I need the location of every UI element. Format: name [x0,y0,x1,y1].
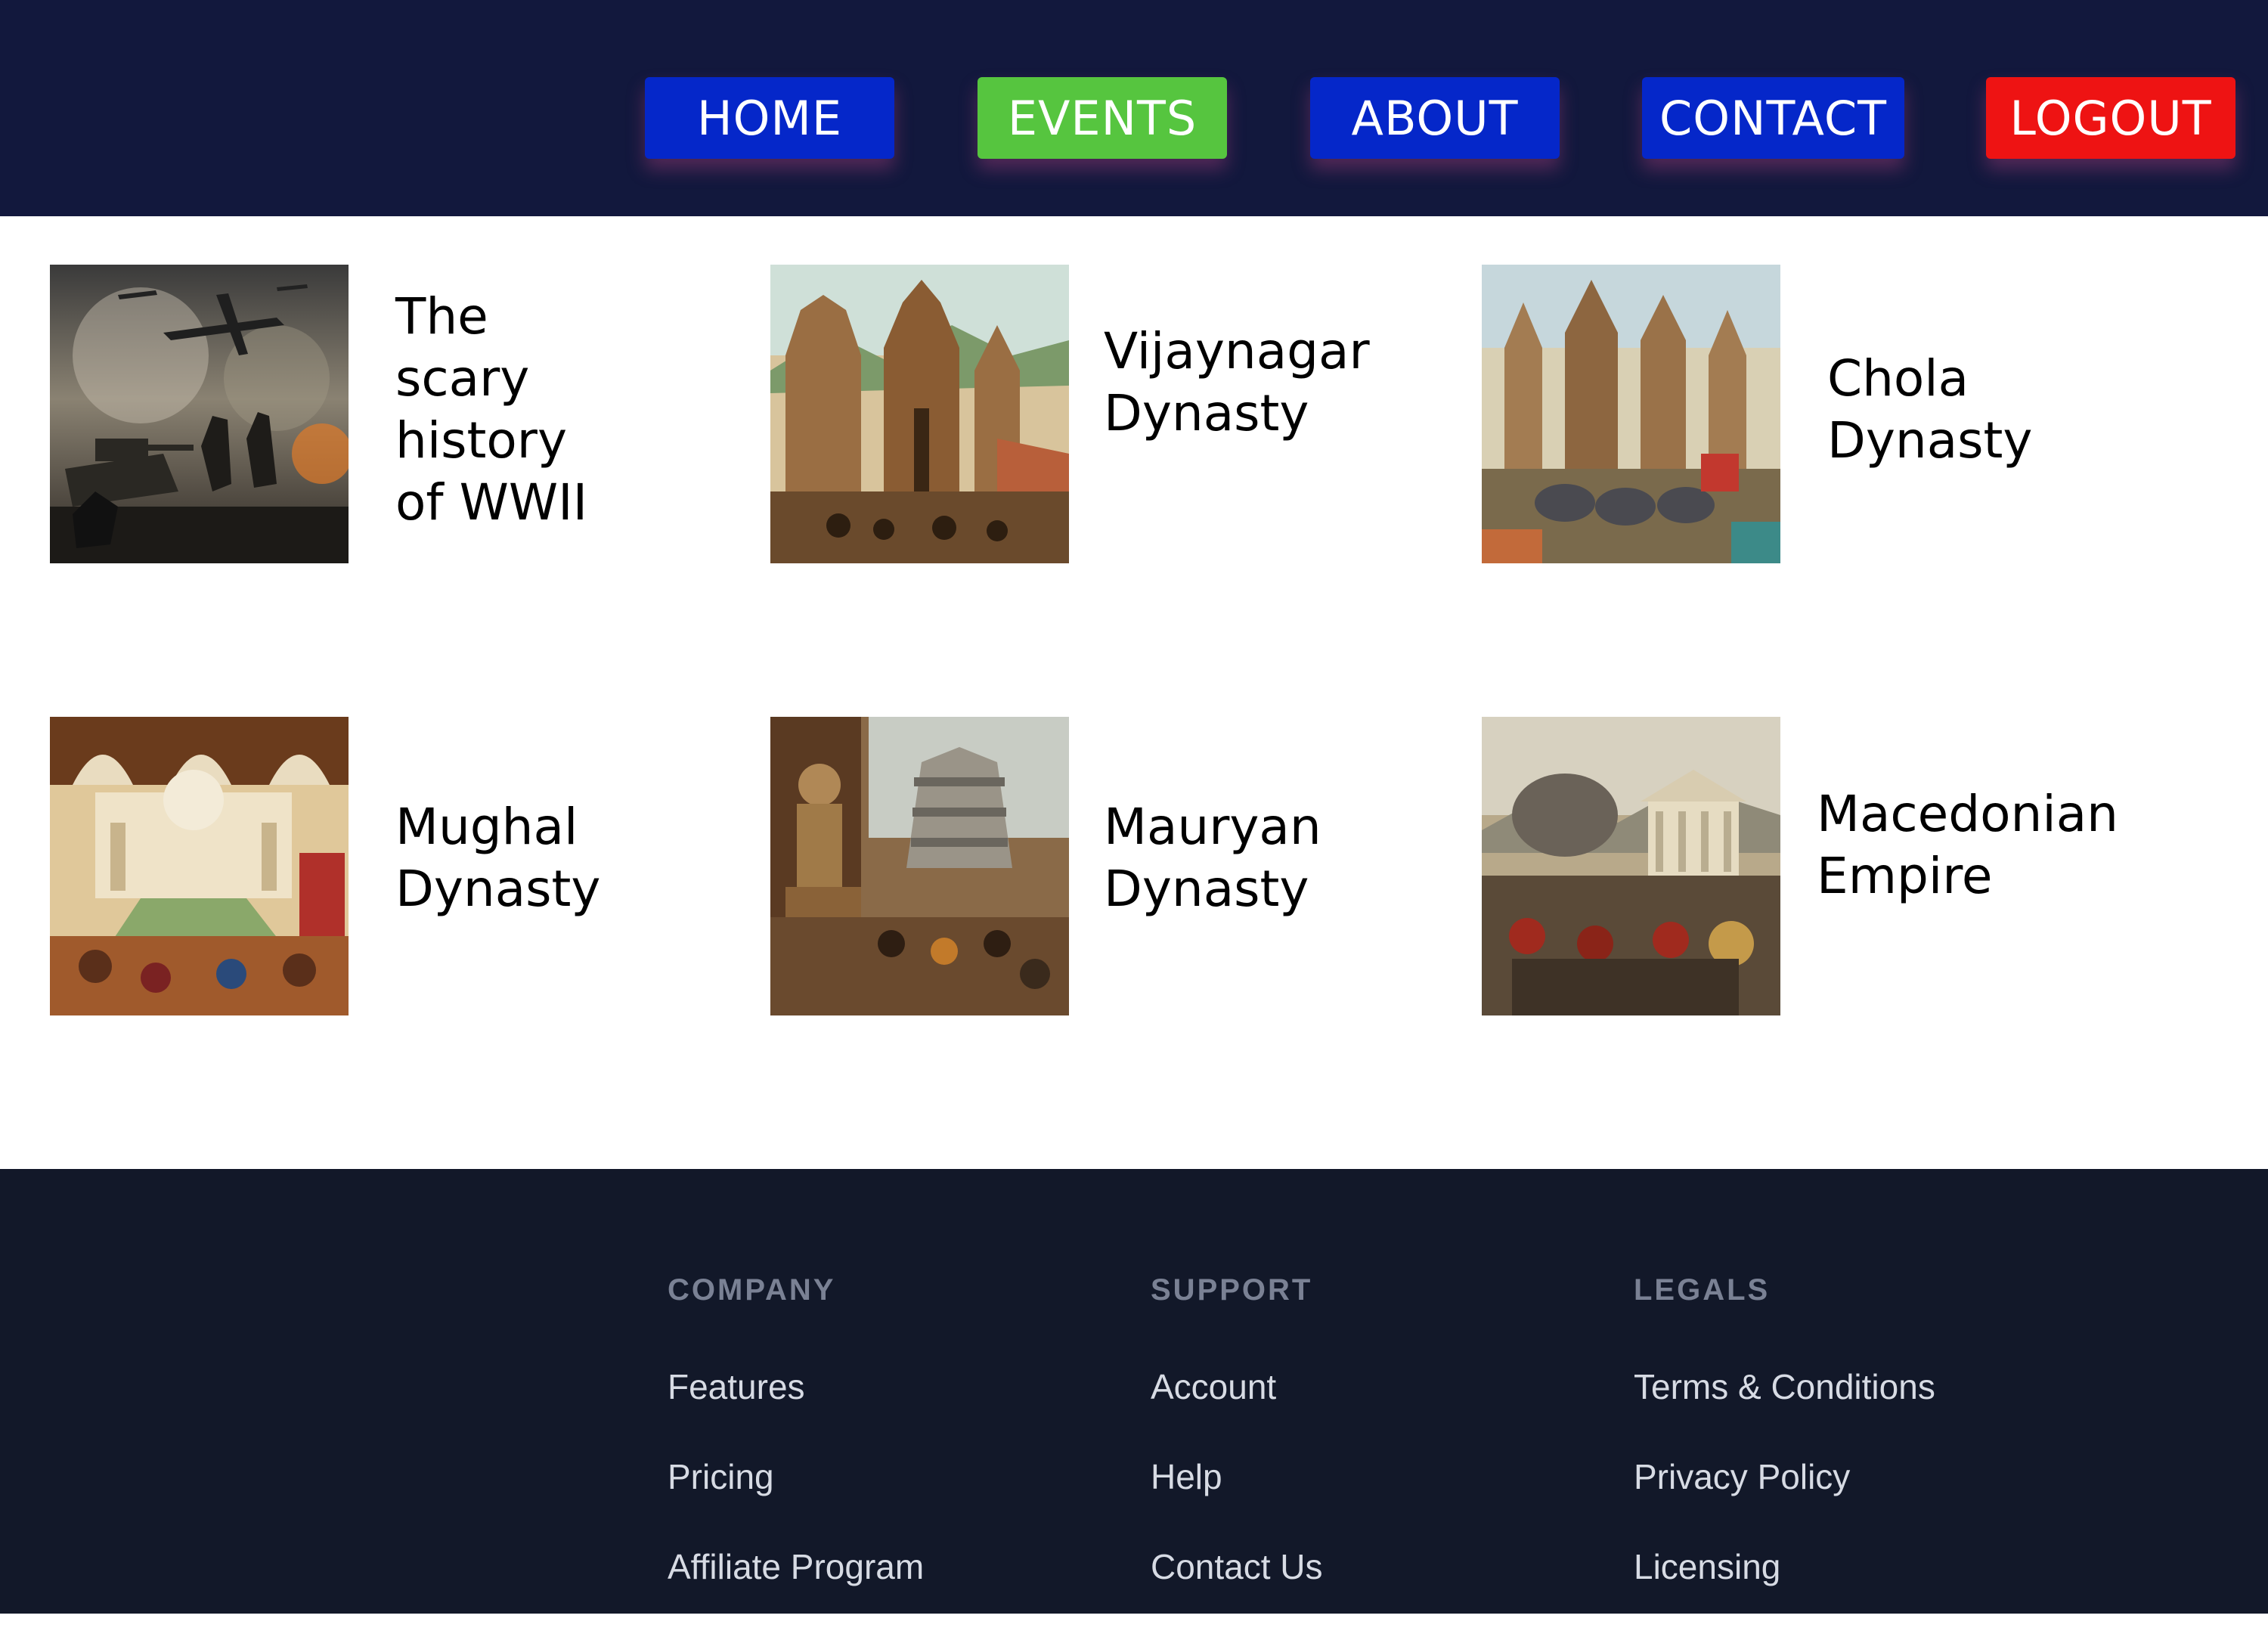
event-title-vijaynagar: Vijaynagar Dynasty [1104,322,1370,442]
footer-link-licensing[interactable]: Licensing [1634,1544,1935,1589]
vijaynagar-temple-image [770,265,1069,563]
events-grid: The scary history of WWII Vijaynagar Dyn… [0,216,2268,1169]
footer-link-privacy-policy[interactable]: Privacy Policy [1634,1454,1935,1499]
nav-contact-button[interactable]: CONTACT [1642,77,1904,159]
event-card-wwii[interactable]: The scary history of WWII [50,265,624,563]
footer-link-account[interactable]: Account [1151,1364,1323,1409]
event-card-chola[interactable]: Chola Dynasty [1482,265,2087,563]
event-card-macedonian[interactable]: Macedonian Empire [1482,717,2139,1015]
event-title-chola: Chola Dynasty [1827,349,2033,470]
ww2-battle-image [50,265,349,563]
footer-link-contact-us[interactable]: Contact Us [1151,1544,1323,1589]
event-card-mauryan[interactable]: Mauryan Dynasty [770,717,1375,1015]
site-footer: COMPANY Features Pricing Affiliate Progr… [0,1169,2268,1614]
footer-link-pricing[interactable]: Pricing [668,1454,924,1499]
footer-link-features[interactable]: Features [668,1364,924,1409]
footer-heading-company: COMPANY [668,1273,836,1307]
macedonian-battle-image [1482,717,1780,1015]
nav-events-button[interactable]: EVENTS [978,77,1227,159]
footer-column-company: COMPANY Features Pricing Affiliate Progr… [668,1267,924,1634]
footer-heading-legals: LEGALS [1634,1273,1771,1307]
event-title-wwii: The scary history of WWII [395,287,588,532]
footer-link-help[interactable]: Help [1151,1454,1323,1499]
footer-link-affiliate-program[interactable]: Affiliate Program [668,1544,924,1589]
mughal-palace-image [50,717,349,1015]
site-header: HOME EVENTS ABOUT CONTACT LOGOUT [0,0,2268,216]
footer-heading-support: SUPPORT [1151,1273,1313,1307]
footer-column-support: SUPPORT Account Help Contact Us [1151,1267,1323,1634]
nav-home-button[interactable]: HOME [645,77,894,159]
event-card-vijaynagar[interactable]: Vijaynagar Dynasty [770,265,1375,563]
nav-logout-button[interactable]: LOGOUT [1986,77,2235,159]
nav-about-button[interactable]: ABOUT [1310,77,1560,159]
mauryan-stupa-image [770,717,1069,1015]
event-title-mauryan: Mauryan Dynasty [1104,798,1321,918]
footer-column-legals: LEGALS Terms & Conditions Privacy Policy… [1634,1267,1935,1634]
chola-temple-image [1482,265,1780,563]
footer-link-terms-conditions[interactable]: Terms & Conditions [1634,1364,1935,1409]
event-card-mughal[interactable]: Mughal Dynasty [50,717,624,1015]
event-title-mughal: Mughal Dynasty [395,798,601,918]
event-title-macedonian: Macedonian Empire [1817,785,2118,905]
